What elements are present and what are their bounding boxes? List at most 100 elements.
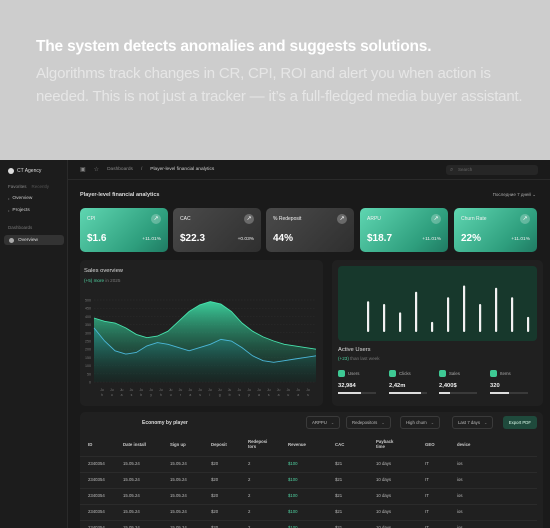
search-input[interactable]: Search (446, 165, 538, 175)
user-bar (527, 316, 530, 332)
column-header[interactable]: device (457, 442, 470, 447)
kpi-change: +11.01% (511, 237, 530, 242)
x-tick-label: Ju (188, 388, 192, 392)
column-header[interactable]: Payback time (376, 439, 400, 449)
table-cell: $21 (335, 461, 343, 466)
table-cell: 2340354 (88, 477, 105, 482)
table-cell: 15.05.24 (123, 509, 140, 514)
kpi-label: ARPU (367, 216, 381, 222)
column-header[interactable]: Redeposi tors (248, 439, 272, 449)
kpi-card[interactable]: CAC ↗ $22.3 +0.03% (173, 208, 261, 252)
table-cell: ios (457, 509, 463, 514)
kpi-card[interactable]: Churn Rate ↗ 22% +11.01% (454, 208, 537, 252)
column-header[interactable]: CAC (335, 442, 344, 447)
filter-high-churn[interactable]: High churn ⌄ (400, 416, 441, 429)
export-pdf-button[interactable]: Export PDF (502, 416, 537, 429)
x-tick-label: s (238, 393, 240, 397)
active-users-highlight: (+23) (338, 356, 349, 361)
x-tick-label: h (101, 393, 103, 397)
x-tick-label: Ju (139, 388, 143, 392)
filter-redepositors[interactable]: Redepositors ⌄ (346, 416, 391, 429)
table-row[interactable]: 2340354 15.05.24 15.05.24 $20 2 $100 $21 10 day… (80, 504, 537, 518)
table-cell: IT (425, 461, 429, 466)
stat-value: 32,984 (338, 383, 356, 389)
x-tick-label: Ju (228, 388, 232, 392)
star-icon[interactable]: ☆ (94, 166, 99, 173)
org-switcher[interactable]: CT Agency (8, 168, 41, 174)
user-bar (463, 285, 466, 332)
table-cell: ios (457, 461, 463, 466)
sidebar-item-projects[interactable]: • Projects (8, 208, 30, 213)
filter-label: ARPPU (312, 420, 327, 425)
table-cell: ios (457, 477, 463, 482)
x-tick-label: Ju (247, 388, 251, 392)
cart-icon (439, 370, 446, 377)
tab-recently[interactable]: Recently (32, 184, 50, 189)
table-cell: 10 days (376, 477, 392, 482)
column-header[interactable]: ID (88, 442, 92, 447)
user-bar (399, 312, 402, 332)
column-header[interactable]: Sign up (170, 442, 186, 447)
filter-arppu[interactable]: ARPPU ⌄ (306, 416, 341, 429)
x-tick-label: Ju (169, 388, 173, 392)
x-tick-label: a (297, 393, 299, 397)
column-header[interactable]: GEO (425, 442, 435, 447)
table-row[interactable]: 2340354 15.05.24 15.05.24 $20 2 $100 $21 10 day… (80, 488, 537, 502)
pie-chart-icon (9, 237, 14, 243)
table-cell: 10 days (376, 461, 392, 466)
kpi-card[interactable]: CPI ↗ $1.6 +11.01% (80, 208, 168, 252)
table-cell: 2 (248, 477, 251, 482)
active-users-subtitle-text: than last week (348, 356, 380, 361)
chevron-down-icon: ⌄ (483, 420, 488, 425)
kpi-value: $1.6 (87, 233, 107, 244)
cursor-icon (389, 370, 396, 377)
x-tick-label: b (229, 393, 231, 397)
table-cell: $20 (211, 509, 219, 514)
sidebar-toggle-icon[interactable]: ▣ (80, 166, 86, 173)
sidebar-item-overview[interactable]: • Overview (8, 196, 32, 201)
tab-favorites[interactable]: Favorites (8, 184, 27, 189)
x-tick-label: Ju (120, 388, 124, 392)
kpi-card[interactable]: ARPU ↗ $18.7 +11.01% (360, 208, 448, 252)
bullet-icon: • (8, 196, 10, 201)
kpi-card[interactable]: % Redeposit ↗ 44% (266, 208, 354, 252)
filter-last-7-days[interactable]: Last 7 days ⌄ (452, 416, 494, 429)
user-bar (415, 291, 418, 332)
table-row[interactable]: 2340354 15.05.24 15.05.24 $20 2 $100 $21 10 day… (80, 472, 537, 486)
table-cell: 2 (248, 509, 251, 514)
table-cell: 10 days (376, 493, 392, 498)
table-cell: 15.05.24 (170, 477, 187, 482)
stat-label: Items (500, 371, 511, 376)
x-tick-label: Ju (296, 388, 300, 392)
table-row[interactable]: 2340354 15.05.24 15.05.24 $20 2 $100 $21 10 day… (80, 520, 537, 528)
stat-value: 2,400$ (439, 383, 457, 389)
filter-label: High churn (406, 420, 427, 425)
table-cell: 15.05.24 (170, 493, 187, 498)
table-row[interactable]: 2340354 15.05.24 15.05.24 $20 2 $100 $21 10 day… (80, 456, 537, 470)
table-cell: IT (425, 493, 429, 498)
x-tick-label: a (189, 393, 191, 397)
table-cell: 15.05.24 (123, 477, 140, 482)
column-header[interactable]: Deposit (211, 442, 227, 447)
x-tick-label: s (307, 393, 309, 397)
x-tick-label: p (248, 393, 250, 397)
kpi-change: +0.03% (237, 237, 254, 242)
period-select[interactable]: Последние 7 дней ⌄ (493, 192, 536, 198)
filter-label: Last 7 days (458, 420, 480, 425)
kpi-row: CPI ↗ $1.6 +11.01% CAC ↗ $22.3 +0.03% % Redeposi… (80, 208, 537, 252)
breadcrumb-dashboards[interactable]: Dashboards (107, 167, 133, 172)
sidebar-tabs: Favorites Recently (8, 184, 49, 189)
x-tick-label: u (170, 393, 172, 397)
sidebar-item-active-overview[interactable]: Overview (4, 235, 64, 245)
column-header[interactable]: Date install (123, 442, 146, 447)
sales-chart: 500450400350300250200150100500JuhJuuJuaJ… (85, 299, 317, 397)
x-tick-label: Ju (130, 388, 134, 392)
active-users-title: Active Users (338, 347, 371, 353)
kpi-value: 22% (461, 233, 482, 244)
y-tick-label: 350 (85, 323, 91, 327)
y-tick-label: 250 (85, 340, 91, 344)
x-tick-label: h (160, 393, 162, 397)
org-logo-icon (8, 168, 14, 174)
column-header[interactable]: Revenue (288, 442, 306, 447)
x-tick-label: g (219, 393, 221, 397)
